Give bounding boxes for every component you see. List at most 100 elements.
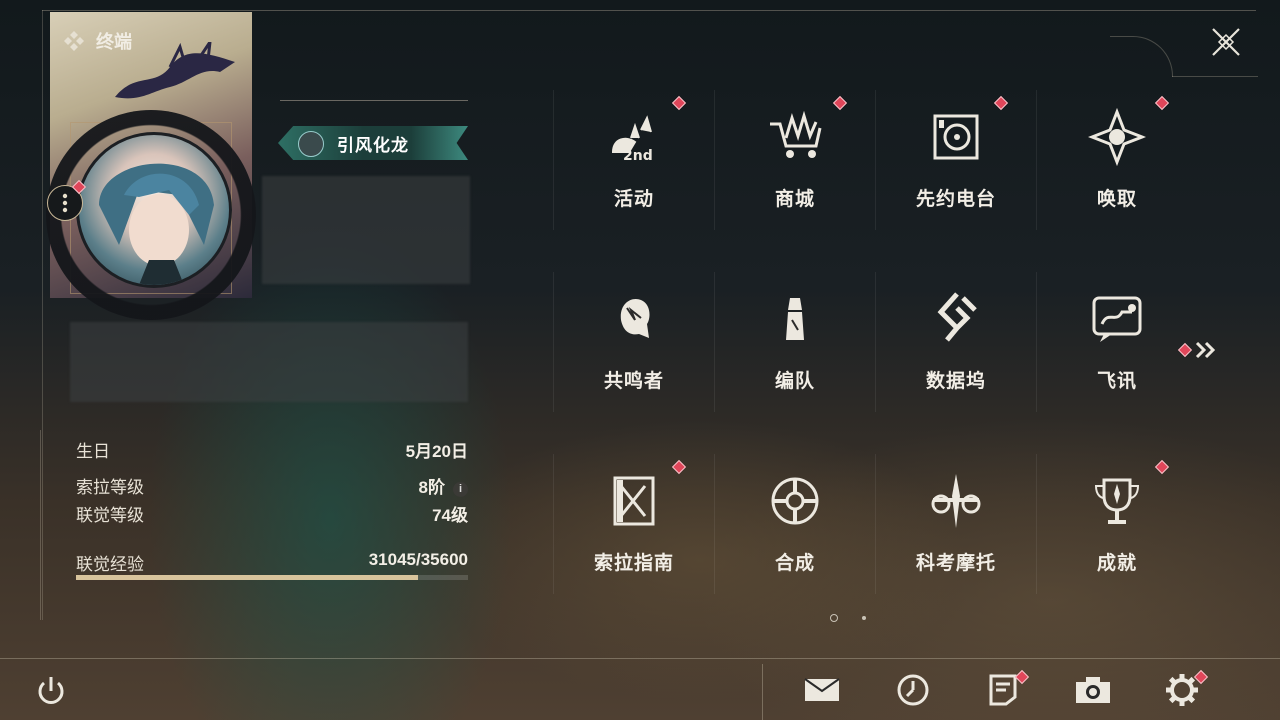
blurred-signature-area	[70, 322, 468, 402]
message-icon	[1092, 296, 1142, 342]
title-badge[interactable]: 引风化龙	[278, 126, 468, 160]
tile-separator	[1036, 90, 1037, 230]
next-page-button[interactable]	[1177, 340, 1220, 360]
menu-item-label: 先约电台	[915, 189, 996, 210]
team-icon	[786, 298, 804, 340]
tile-separator	[714, 454, 715, 594]
power-icon[interactable]	[32, 672, 70, 710]
birthday-value: 5月20日	[405, 442, 468, 461]
notification-badge	[1154, 459, 1170, 475]
data-bank-icon	[937, 292, 977, 342]
sola-level-row: 8阶 i	[419, 473, 468, 498]
page-indicator	[830, 614, 866, 622]
menu-item-summon[interactable]: 唤取	[1036, 90, 1197, 240]
tile-separator	[875, 272, 876, 412]
tile-separator	[875, 90, 876, 230]
terminal-header: 终端	[62, 28, 132, 54]
sola-level-value: 8阶	[418, 478, 445, 497]
notice-button[interactable]	[983, 669, 1030, 710]
settings-button[interactable]	[1162, 669, 1209, 710]
menu-item-label: 数据坞	[925, 371, 986, 392]
menu-item-label: 共鸣者	[603, 371, 664, 392]
blurred-name-area	[262, 176, 470, 284]
divider	[280, 100, 468, 101]
more-vertical-icon	[62, 193, 68, 213]
diamond-cluster-icon	[64, 31, 84, 51]
menu-item-message[interactable]: 飞讯	[1036, 272, 1197, 422]
frame-line	[42, 10, 1256, 11]
tile-separator	[1036, 454, 1037, 594]
camera-button[interactable]	[1073, 670, 1113, 710]
notification-badge	[832, 95, 848, 111]
menu-item-label: 唤取	[1096, 189, 1137, 210]
synthesis-icon	[771, 477, 819, 525]
menu-item-label: 活动	[613, 189, 654, 210]
close-icon	[1212, 28, 1240, 56]
tile-separator	[875, 454, 876, 594]
time-button[interactable]	[893, 670, 933, 710]
tile-separator	[553, 90, 554, 230]
menu-item-label: 合成	[774, 553, 815, 574]
svg-text:2nd: 2nd	[623, 148, 653, 164]
frame-line	[42, 10, 43, 620]
clock-icon	[897, 674, 929, 706]
mail-button[interactable]	[802, 670, 842, 710]
sola-level-label: 索拉等级	[76, 478, 144, 497]
footer-divider	[0, 658, 1280, 659]
radio-icon	[933, 114, 979, 160]
notification-badge	[671, 459, 687, 475]
avatar[interactable]	[76, 132, 232, 288]
menu-item-shop-cart[interactable]: 商城	[714, 90, 875, 240]
tile-separator	[553, 454, 554, 594]
page-dot-active[interactable]	[830, 614, 838, 622]
union-level-label: 联觉等级	[76, 506, 144, 525]
exp-progress-fill	[76, 575, 418, 580]
tile-separator	[714, 90, 715, 230]
union-exp-value: 31045/35600	[368, 550, 468, 569]
notification-badge	[1177, 342, 1193, 358]
trophy-icon	[1094, 478, 1140, 524]
menu-item-radio[interactable]: 先约电台	[875, 90, 1036, 240]
shop-cart-icon	[770, 110, 822, 158]
character-portrait	[99, 163, 214, 285]
mail-icon	[804, 678, 840, 701]
menu-item-guide[interactable]: 索拉指南	[553, 454, 714, 604]
resonator-icon	[620, 298, 650, 338]
event-icon: 2nd	[611, 115, 653, 164]
tile-separator	[553, 272, 554, 412]
menu-item-data-bank[interactable]: 数据坞	[875, 272, 1036, 422]
birthday-label: 生日	[76, 442, 110, 461]
menu-item-synthesis[interactable]: 合成	[714, 454, 875, 604]
close-button[interactable]	[1206, 22, 1246, 62]
menu-item-label: 索拉指南	[593, 553, 674, 574]
notification-badge	[671, 95, 687, 111]
union-level-value: 74级	[432, 506, 468, 525]
notification-badge	[993, 95, 1009, 111]
menu-item-label: 科考摩托	[915, 553, 996, 574]
menu-item-trophy[interactable]: 成就	[1036, 454, 1197, 604]
menu-item-label: 成就	[1096, 553, 1137, 574]
notification-badge	[1154, 95, 1170, 111]
menu-item-resonator[interactable]: 共鸣者	[553, 272, 714, 422]
menu-item-team[interactable]: 编队	[714, 272, 875, 422]
menu-item-event[interactable]: 2nd 活动	[553, 90, 714, 240]
title-badge-avatar	[298, 131, 324, 157]
menu-item-label: 飞讯	[1096, 371, 1137, 392]
menu-item-label: 编队	[774, 371, 815, 392]
frame-line	[40, 430, 41, 620]
camera-icon	[1076, 677, 1110, 703]
frame-line	[1172, 76, 1258, 77]
tile-separator	[714, 272, 715, 412]
menu-item-motorbike[interactable]: 科考摩托	[875, 454, 1036, 604]
exp-progress-bar	[76, 575, 468, 580]
page-dot[interactable]	[862, 616, 866, 620]
tile-separator	[1036, 272, 1037, 412]
info-icon[interactable]: i	[453, 482, 468, 497]
footer-divider	[762, 664, 763, 720]
summon-icon	[1088, 108, 1146, 166]
title-badge-label: 引风化龙	[337, 135, 409, 155]
union-exp-label: 联觉经验	[76, 555, 144, 574]
guide-icon	[613, 476, 655, 526]
double-chevron-right-icon	[1195, 341, 1216, 359]
menu-item-label: 商城	[774, 189, 815, 210]
